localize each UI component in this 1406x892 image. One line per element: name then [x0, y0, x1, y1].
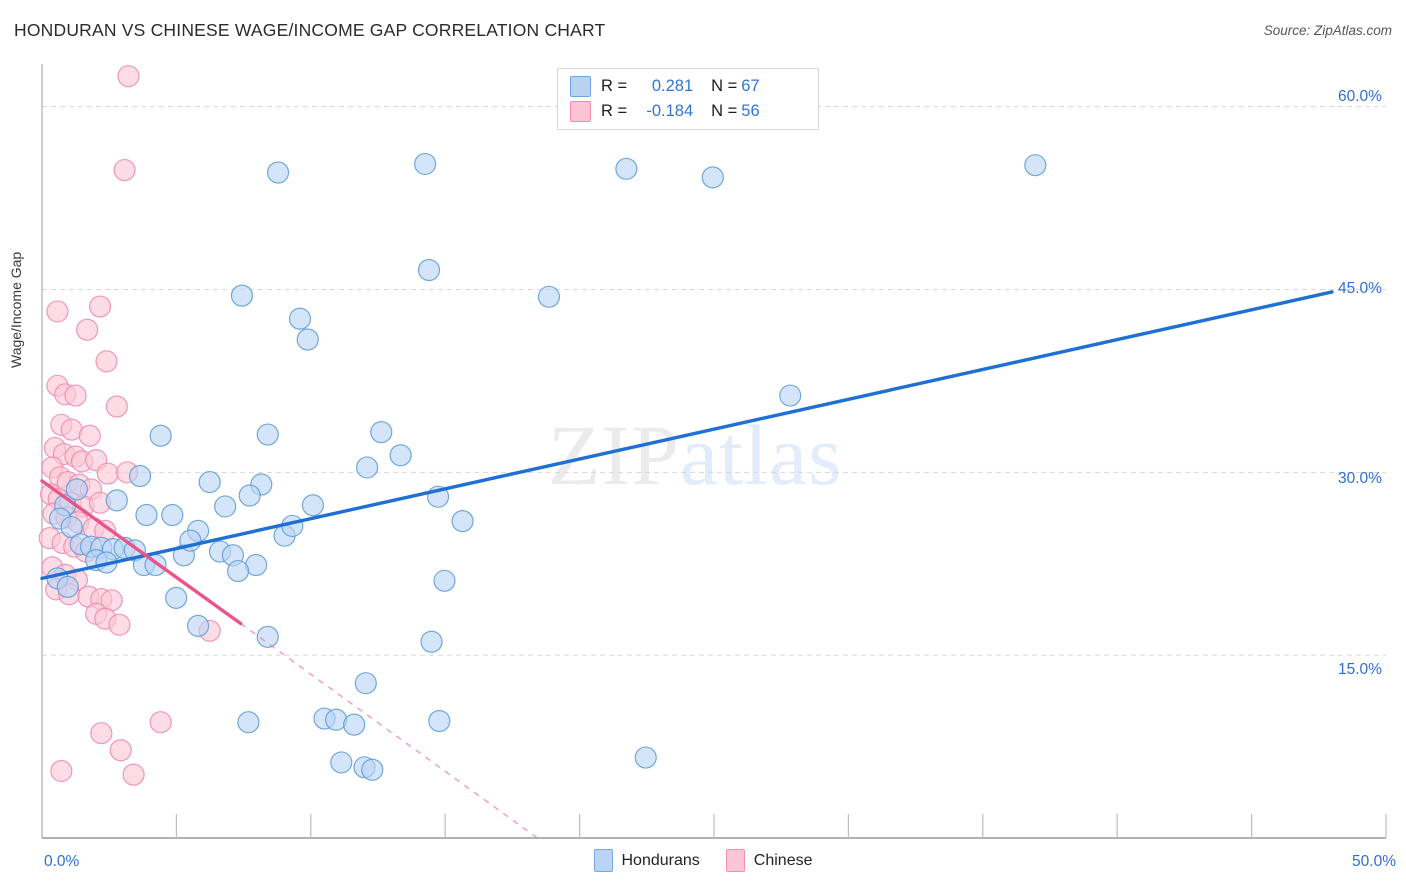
data-point[interactable] [165, 586, 188, 609]
legend-swatch-hondurans-icon [593, 849, 613, 872]
data-point[interactable] [108, 613, 131, 636]
data-point[interactable] [288, 307, 312, 330]
data-point[interactable] [417, 258, 441, 282]
y-tick-label-30: 30.0% [1338, 470, 1382, 487]
data-point[interactable] [296, 328, 319, 351]
r-value-hondurans: 0.281 [651, 77, 694, 95]
trendline-hondurans [40, 290, 1334, 581]
y-tick-label-60: 60.0% [1338, 88, 1382, 105]
data-point[interactable] [451, 509, 474, 533]
n-key-chinese: N = [711, 102, 738, 120]
stats-row-chinese: R = -0.184 N = 56 [570, 99, 808, 124]
data-point[interactable] [56, 575, 79, 599]
data-point[interactable] [135, 503, 158, 527]
data-point[interactable] [428, 709, 451, 733]
data-point[interactable] [113, 158, 136, 182]
data-point[interactable] [238, 484, 261, 507]
y-tick-label-15: 15.0% [1338, 661, 1382, 678]
stats-row-hondurans: R = 0.281 N = 67 [570, 74, 808, 99]
legend-swatch-chinese-icon [725, 849, 745, 872]
data-point[interactable] [109, 739, 132, 762]
legend-item-hondurans[interactable]: Hondurans [593, 849, 700, 872]
data-point[interactable] [537, 285, 561, 308]
data-point[interactable] [301, 494, 324, 517]
data-point[interactable] [237, 711, 260, 734]
data-point[interactable] [343, 713, 366, 736]
data-point[interactable] [95, 350, 118, 373]
legend-label-hondurans: Hondurans [621, 851, 700, 869]
data-point[interactable] [355, 456, 379, 479]
series-swatch-chinese-icon [570, 101, 591, 122]
data-point[interactable] [1024, 154, 1047, 177]
series-swatch-hondurans-icon [570, 76, 591, 97]
data-point[interactable] [634, 746, 657, 769]
n-key-hondurans: N = [711, 77, 738, 95]
series-legend: Hondurans Chinese [0, 849, 1406, 872]
data-point[interactable] [46, 300, 69, 323]
data-point[interactable] [779, 384, 802, 407]
data-point[interactable] [50, 759, 73, 783]
series-points-chinese [38, 65, 221, 786]
data-point[interactable] [105, 395, 128, 418]
n-value-hondurans: 67 [741, 77, 760, 95]
data-point[interactable] [330, 751, 353, 774]
scatter-plot [38, 64, 1387, 839]
legend-label-chinese: Chinese [753, 851, 813, 869]
r-key-chinese: R = [601, 102, 628, 120]
data-point[interactable] [122, 763, 145, 786]
data-point[interactable] [186, 614, 210, 638]
data-point[interactable] [96, 462, 119, 485]
data-point[interactable] [266, 161, 290, 184]
data-point[interactable] [230, 284, 254, 307]
data-point[interactable] [256, 625, 279, 648]
data-point[interactable] [64, 384, 87, 407]
data-point[interactable] [701, 166, 724, 189]
data-point[interactable] [389, 444, 412, 467]
data-point[interactable] [370, 421, 393, 444]
data-point[interactable] [354, 672, 377, 695]
data-point[interactable] [256, 423, 279, 446]
data-point[interactable] [90, 722, 113, 745]
data-point[interactable] [78, 424, 101, 447]
data-point[interactable] [420, 630, 443, 653]
data-point[interactable] [128, 464, 152, 488]
data-point[interactable] [214, 495, 237, 518]
data-point[interactable] [361, 758, 384, 781]
data-point[interactable] [161, 503, 184, 527]
data-point[interactable] [414, 152, 437, 176]
data-point[interactable] [65, 478, 88, 501]
data-point[interactable] [433, 569, 456, 592]
data-point[interactable] [615, 157, 638, 180]
data-point[interactable] [149, 424, 172, 447]
data-point[interactable] [226, 559, 250, 583]
n-value-chinese: 56 [741, 102, 760, 120]
r-value-chinese: -0.184 [646, 102, 694, 120]
r-key-hondurans: R = [601, 77, 628, 95]
data-point[interactable] [76, 318, 99, 341]
data-point[interactable] [88, 295, 112, 318]
data-point[interactable] [117, 65, 140, 88]
chart-page: HONDURAN VS CHINESE WAGE/INCOME GAP CORR… [0, 0, 1406, 892]
y-tick-label-45: 45.0% [1338, 280, 1382, 297]
correlation-stats-box: R = 0.281 N = 67 R = -0.184 N = 56 [557, 68, 819, 130]
legend-item-chinese[interactable]: Chinese [725, 849, 813, 872]
data-point[interactable] [105, 489, 128, 512]
data-point[interactable] [149, 711, 172, 734]
data-point[interactable] [198, 470, 221, 494]
